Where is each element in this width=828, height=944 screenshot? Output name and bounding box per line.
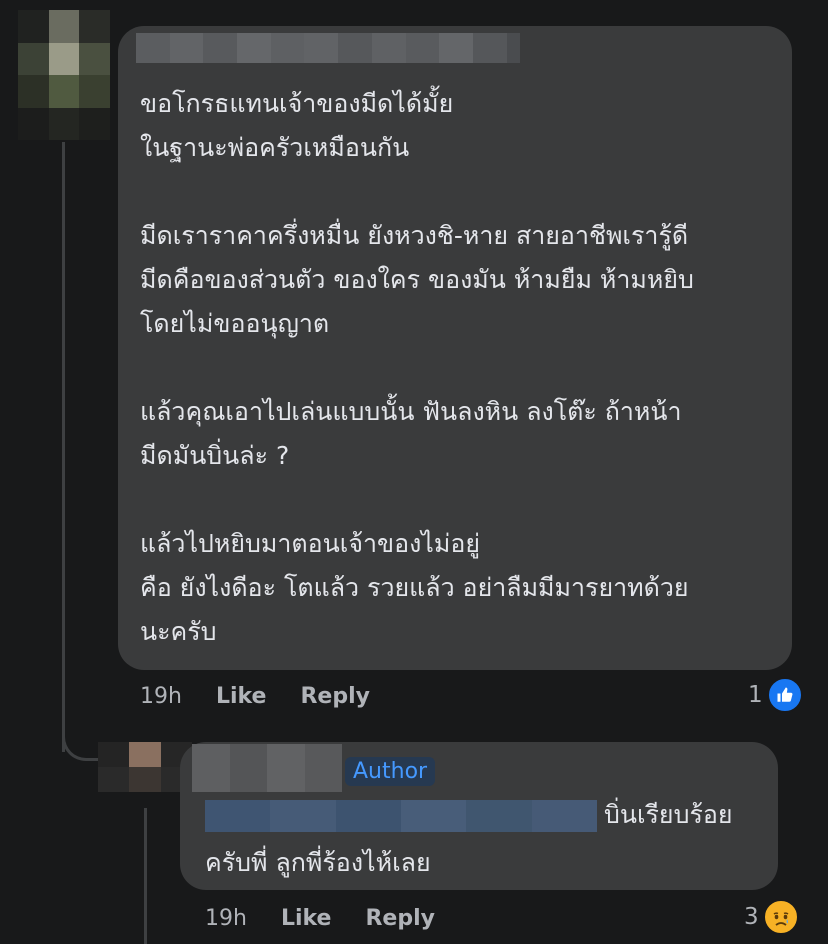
comment-timestamp[interactable]: 19h bbox=[140, 684, 182, 709]
reply-button[interactable]: Reply bbox=[300, 684, 370, 709]
reply-actions: 19h Like Reply bbox=[205, 898, 469, 938]
reaction-count: 3 bbox=[744, 904, 759, 930]
reaction-summary[interactable]: 1 bbox=[748, 677, 803, 713]
reaction-count: 1 bbox=[748, 682, 763, 708]
comment-line: มีดมันบิ่นล่ะ ? bbox=[140, 441, 290, 470]
thread-line bbox=[62, 142, 65, 752]
comment-line: มีดเราราคาครึ่งหมื่น ยังหวงชิ-หาย สายอาช… bbox=[140, 221, 689, 250]
reply-text-line: บิ่นเรียบร้อย bbox=[604, 800, 733, 829]
comment-line: แล้วคุณเอาไปเล่นแบบนั้น ฟันลงหิน ลงโต๊ะ … bbox=[140, 397, 682, 426]
comment-text: ขอโกรธแทนเจ้าของมีดได้มั้ย ในฐานะพ่อครัว… bbox=[140, 82, 780, 654]
author-name-redacted[interactable] bbox=[192, 744, 342, 792]
comment-line: ในฐานะพ่อครัวเหมือนกัน bbox=[140, 133, 410, 162]
thread-connector bbox=[62, 700, 101, 761]
mentioned-name-redacted[interactable] bbox=[205, 800, 597, 832]
reply-thread-line bbox=[144, 808, 147, 944]
author-avatar[interactable] bbox=[98, 742, 192, 792]
like-button[interactable]: Like bbox=[216, 684, 267, 709]
comment-actions: 19h Like Reply bbox=[140, 676, 404, 716]
author-badge: Author bbox=[345, 757, 436, 786]
comment-line: โดยไม่ขออนุญาต bbox=[140, 309, 330, 338]
commenter-name-redacted[interactable] bbox=[136, 33, 521, 63]
reply-text-line: ครับพี่ ลูกพี่ร้องไห้เลย bbox=[205, 848, 431, 877]
sad-face-icon bbox=[762, 899, 799, 935]
comment-line: มีดคือของส่วนตัว ของใคร ของมัน ห้ามยืม ห… bbox=[140, 265, 694, 294]
like-icon bbox=[766, 677, 803, 713]
comment-line: แล้วไปหยิบมาตอนเจ้าของไม่อยู่ bbox=[140, 529, 481, 558]
reply-reply-button[interactable]: Reply bbox=[365, 906, 435, 931]
reply-like-button[interactable]: Like bbox=[281, 906, 332, 931]
comment-line: นะครับ bbox=[140, 617, 217, 646]
comment-line: คือ ยังไงดีอะ โตแล้ว รวยแล้ว อย่าลืมมีมา… bbox=[140, 573, 689, 602]
reply-reaction-summary[interactable]: 3 bbox=[744, 899, 799, 935]
reply-timestamp[interactable]: 19h bbox=[205, 906, 247, 931]
comment-line: ขอโกรธแทนเจ้าของมีดได้มั้ย bbox=[140, 89, 454, 118]
commenter-avatar[interactable] bbox=[18, 10, 110, 140]
